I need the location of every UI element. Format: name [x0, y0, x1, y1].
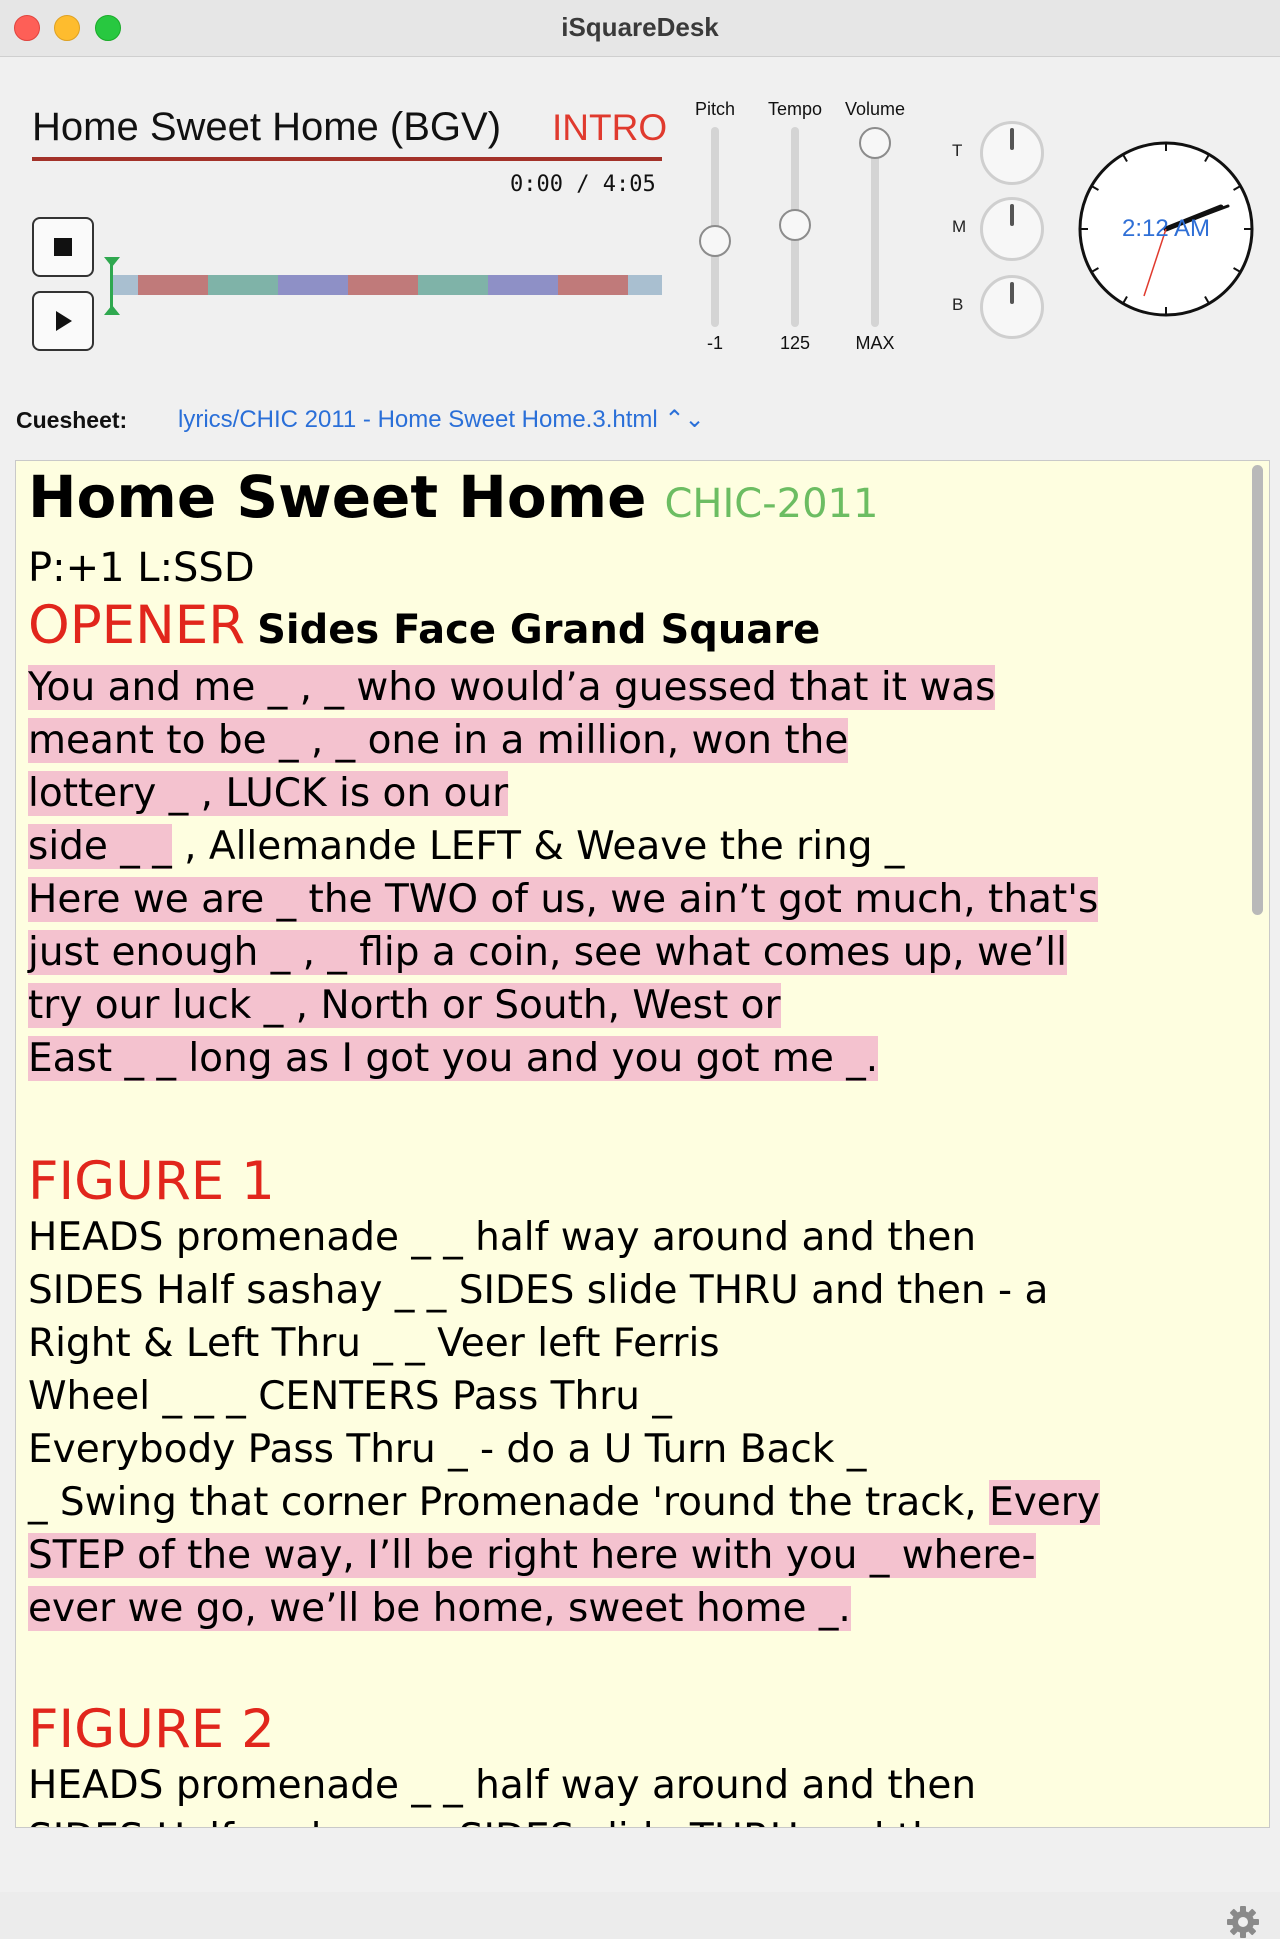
play-button[interactable] [32, 291, 94, 351]
figure1-label: FIGURE 1 [28, 1151, 275, 1212]
clock-digital-time: 2:12 AM [1121, 215, 1211, 242]
play-icon [56, 311, 72, 331]
call-line: Right & Left Thru _ _ Veer left Ferris [28, 1321, 720, 1366]
figure2-lines: HEADS promenade _ _ half way around and … [28, 1759, 986, 1827]
cuesheet-dropdown[interactable]: lyrics/CHIC 2011 - Home Sweet Home.3.htm… [178, 405, 705, 434]
stop-icon [54, 238, 72, 256]
call-line: Wheel _ _ _ CENTERS Pass Thru _ [28, 1374, 672, 1419]
sheet-song-title: Home Sweet Home [28, 463, 647, 531]
cuesheet-viewer[interactable]: Home Sweet Home CHIC-2011 P:+1 L:SSD OPEN… [15, 460, 1270, 1828]
cuesheet-label: Cuesheet: [16, 407, 128, 433]
title-bar: iSquareDesk [0, 0, 1280, 57]
bass-label: B [952, 295, 964, 314]
pitch-slider-knob[interactable] [699, 225, 731, 257]
call-line: SIDES Half sashay _ _ SIDES slide THRU a… [28, 1812, 986, 1827]
bass-knob[interactable] [980, 275, 1044, 339]
call-line: HEADS promenade _ _ half way around and … [28, 1763, 977, 1808]
mid-label: M [952, 217, 967, 236]
sheet-meta: P:+1 L:SSD [28, 545, 255, 591]
figure2-label: FIGURE 2 [28, 1699, 275, 1760]
opener-heading: OPENER Sides Face Grand Square [28, 595, 820, 656]
sheet-tag: CHIC-2011 [664, 481, 879, 527]
volume-slider-knob[interactable] [859, 127, 891, 159]
lyric-line: side _ _ , Allemande LEFT & Weave the ri… [28, 824, 905, 869]
song-section-label: INTRO [552, 107, 668, 148]
tempo-value: 125 [779, 333, 811, 353]
sheet-scrollbar[interactable] [1252, 465, 1263, 915]
seek-bar[interactable] [110, 275, 662, 295]
lyric-line: ever we go, we’ll be home, sweet home _. [28, 1586, 851, 1631]
lyric-line: lottery _ , LUCK is on our [28, 771, 509, 816]
figure2-heading: FIGURE 2 [28, 1699, 275, 1760]
playhead-marker[interactable] [104, 257, 120, 315]
lyric-line: STEP of the way, I’ll be right here with… [28, 1533, 1036, 1578]
song-title: Home Sweet Home (BGV) [32, 105, 502, 149]
lyric-line: You and me _ , _ who would’a guessed tha… [28, 665, 996, 710]
seek-segment [558, 275, 628, 295]
mid-knob[interactable] [980, 197, 1044, 261]
figure1-heading: FIGURE 1 [28, 1151, 275, 1212]
treble-knob[interactable] [980, 121, 1044, 185]
playback-time: 0:00 / 4:05 [510, 172, 656, 197]
window-title: iSquareDesk [561, 12, 719, 42]
lyric-line: just enough _ , _ flip a coin, see what … [28, 930, 1067, 975]
seek-segment [418, 275, 488, 295]
opener-subtitle: Sides Face Grand Square [257, 607, 821, 653]
seek-segment [138, 275, 208, 295]
lyric-line: East _ _ long as I got you and you got m… [28, 1036, 879, 1081]
main-content: Home Sweet Home (BGV) INTRO 0:00 / 4:05 … [0, 57, 1280, 1938]
call-line: SIDES Half sashay _ _ SIDES slide THRU a… [28, 1268, 1049, 1313]
seek-segment [278, 275, 348, 295]
opener-lines: You and me _ , _ who would’a guessed tha… [28, 661, 1099, 1085]
gear-icon[interactable] [1226, 1905, 1260, 1939]
seek-segment [348, 275, 418, 295]
seek-segment [208, 275, 278, 295]
call-line: Everybody Pass Thru _ - do a U Turn Back… [28, 1427, 867, 1472]
figure1-lines: HEADS promenade _ _ half way around and … [28, 1211, 1100, 1635]
stop-button[interactable] [32, 217, 94, 277]
seek-segment [488, 275, 558, 295]
sheet-title: Home Sweet Home CHIC-2011 [28, 463, 878, 531]
opener-label: OPENER [28, 595, 246, 656]
lyric-line: Here we are _ the TWO of us, we ain’t go… [28, 877, 1099, 922]
lyric-line: meant to be _ , _ one in a million, won … [28, 718, 849, 763]
pitch-label: Pitch [694, 99, 736, 119]
title-underline [32, 157, 662, 161]
volume-label: Volume [844, 99, 906, 119]
volume-value: MAX [855, 333, 895, 353]
lyric-line: try our luck _ , North or South, West or [28, 983, 781, 1028]
pitch-value: -1 [706, 333, 723, 353]
tempo-label: Tempo [767, 99, 823, 119]
call-line: HEADS promenade _ _ half way around and … [28, 1215, 977, 1260]
analog-clock: 2:12 AM [1076, 139, 1256, 319]
tempo-slider-knob[interactable] [779, 209, 811, 241]
treble-label: T [952, 141, 963, 160]
call-line: _ Swing that corner Promenade 'round the… [28, 1480, 1100, 1525]
